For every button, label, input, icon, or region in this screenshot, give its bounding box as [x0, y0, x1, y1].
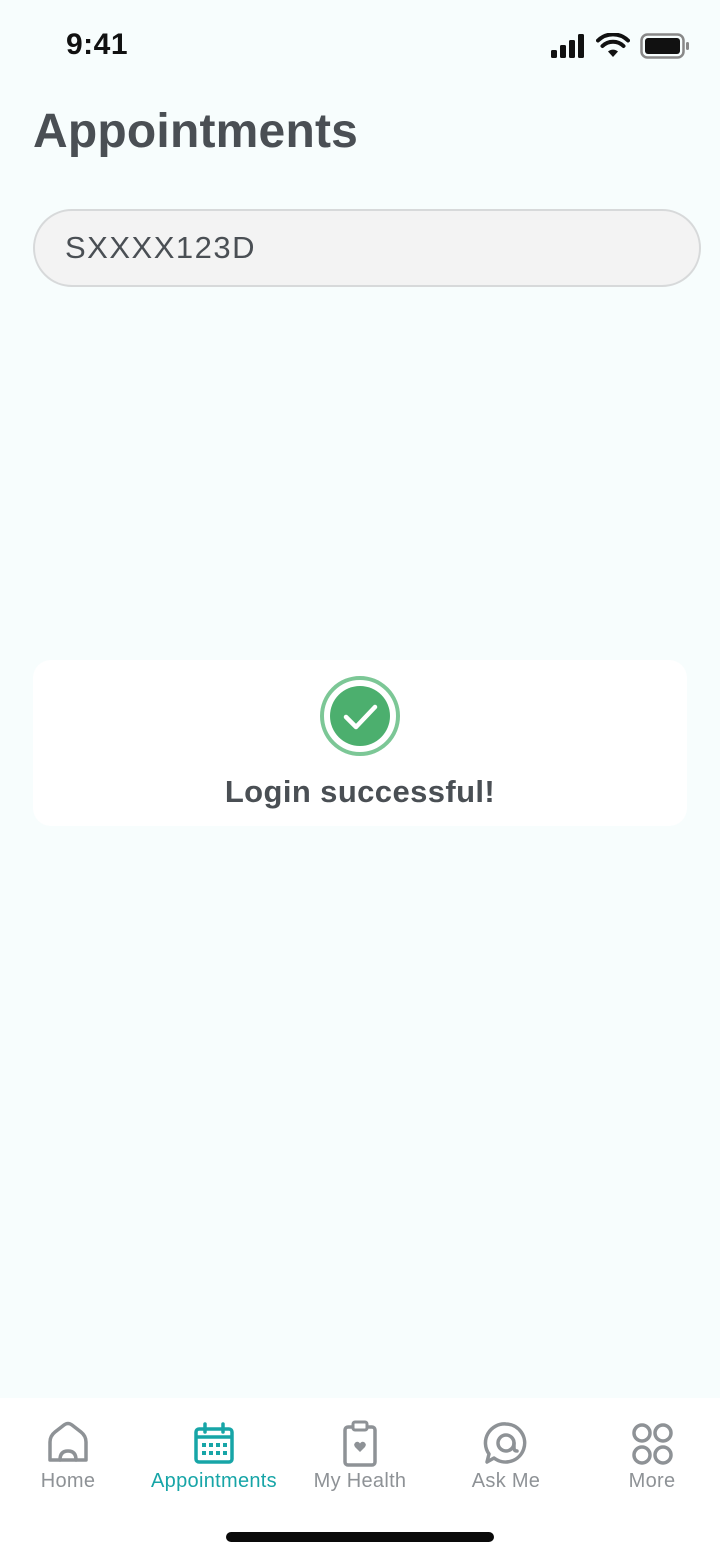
signal-icon [551, 34, 584, 58]
chat-bubble-icon [483, 1422, 527, 1464]
status-time: 9:41 [66, 28, 129, 61]
toast-message: Login successful! [224, 774, 496, 809]
home-icon [48, 1421, 88, 1462]
bottom-nav: Home Appointments My Health Ask Me More [0, 1398, 720, 1560]
nav-label-appointments: Appointments [151, 1470, 277, 1492]
home-indicator [226, 1532, 494, 1542]
nav-label-more: More [628, 1470, 676, 1492]
nav-item-home[interactable]: Home [0, 1398, 141, 1508]
nav-item-my-health[interactable]: My Health [287, 1398, 433, 1508]
wifi-icon [596, 33, 630, 57]
login-success-toast: Login successful! [33, 660, 687, 826]
app-screen: 9:41 Appointments SXXXX123D Login succes… [0, 0, 720, 1560]
battery-icon [640, 33, 689, 59]
nric-field[interactable]: SXXXX123D [33, 209, 701, 287]
status-icons [550, 32, 690, 60]
calendar-icon [194, 1422, 234, 1464]
nav-item-more[interactable]: More [579, 1398, 720, 1508]
status-bar: 9:41 [0, 0, 720, 90]
nav-item-ask-me[interactable]: Ask Me [433, 1398, 579, 1508]
check-circle-icon [320, 676, 400, 756]
nav-label-ask-me: Ask Me [471, 1470, 541, 1492]
grid-icon [632, 1423, 673, 1465]
nav-item-appointments[interactable]: Appointments [141, 1398, 287, 1508]
nav-label-home: Home [40, 1470, 96, 1492]
page-title: Appointments [33, 105, 359, 158]
clipboard-heart-icon [343, 1420, 377, 1467]
nav-label-my-health: My Health [313, 1470, 407, 1492]
